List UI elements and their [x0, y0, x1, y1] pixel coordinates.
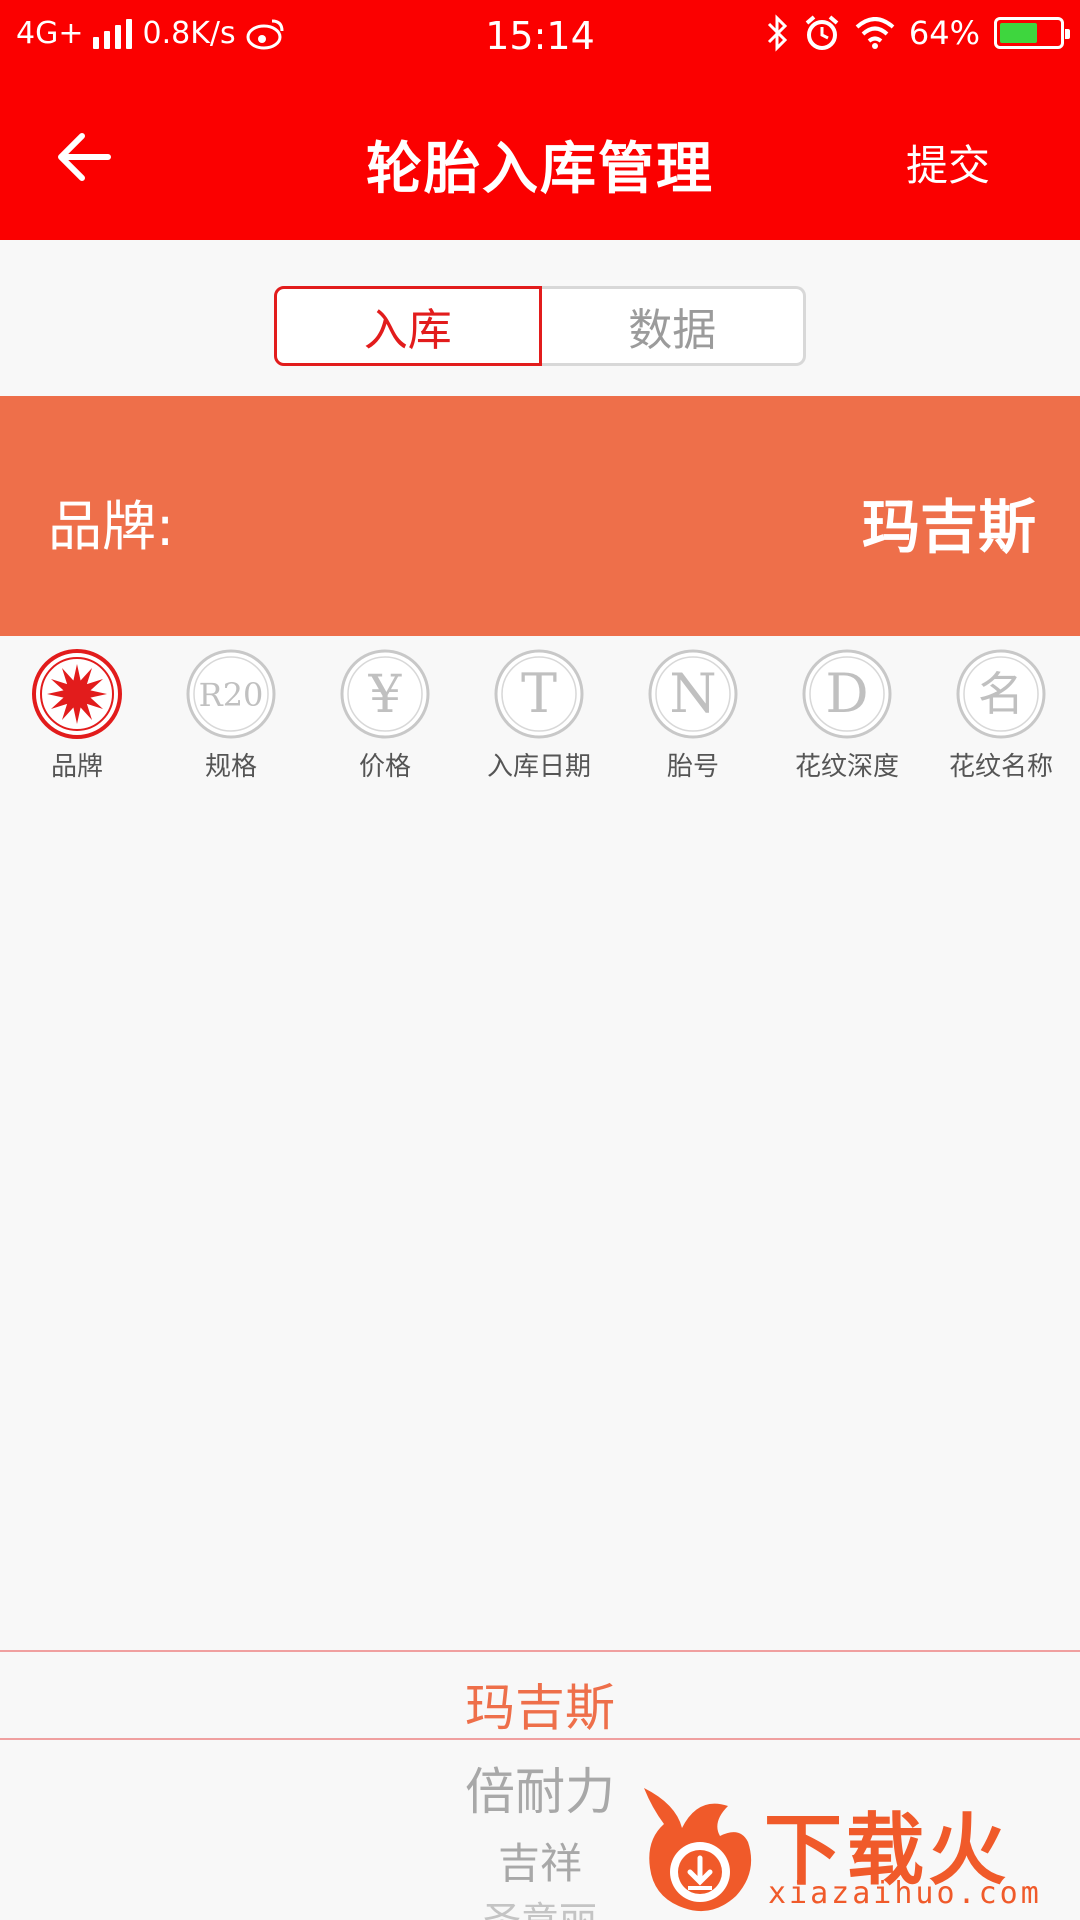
star-burst-icon: [32, 649, 122, 739]
submit-button[interactable]: 提交: [906, 132, 990, 193]
field-label-tread-depth: 花纹深度: [794, 752, 899, 782]
field-tread-name[interactable]: 名 花纹名称: [924, 648, 1078, 783]
svg-text:¥: ¥: [367, 665, 402, 725]
brand-panel: 品牌: 玛吉斯: [0, 396, 1080, 636]
field-label-tire-number: 胎号: [666, 752, 719, 782]
field-brand[interactable]: 品牌: [0, 648, 154, 783]
field-spec[interactable]: R20 规格: [154, 648, 308, 783]
field-label-spec: 规格: [204, 752, 257, 782]
depth-d-icon: D: [802, 649, 892, 739]
tab-data[interactable]: 数据: [541, 286, 806, 366]
wifi-icon: [855, 17, 895, 49]
field-label-brand: 品牌: [50, 752, 103, 782]
bluetooth-icon: [767, 14, 787, 52]
flame-logo-icon: [644, 1788, 752, 1912]
spec-r20-icon: R20: [186, 649, 276, 739]
picker-bottom-line: [0, 1738, 1080, 1740]
field-label-price: 价格: [358, 752, 411, 782]
battery-fill: [1000, 23, 1037, 43]
field-tread-depth[interactable]: D 花纹深度: [770, 648, 924, 783]
battery-percent: 64%: [908, 14, 980, 52]
field-tire-number[interactable]: N 胎号: [616, 648, 770, 783]
brand-label: 品牌:: [48, 495, 175, 558]
field-selector: 品牌 R20 规格 ¥ 价格 T 入库日期 N 胎号 D 花纹深度 名 花纹名称: [0, 648, 1080, 788]
tab-switcher: 入库 数据: [274, 286, 806, 366]
svg-text:R20: R20: [199, 676, 264, 714]
svg-text:D: D: [825, 662, 868, 725]
tab-stock-in[interactable]: 入库: [274, 286, 542, 366]
field-price[interactable]: ¥ 价格: [308, 648, 462, 783]
app-header: 轮胎入库管理 提交: [0, 76, 1080, 240]
battery-icon: [994, 17, 1070, 49]
field-label-tread-name: 花纹名称: [948, 752, 1053, 782]
status-bar: 4G+ 0.8K/s 15:14 64%: [0, 0, 1080, 76]
name-icon: 名: [956, 649, 1046, 739]
picker-top-line: [0, 1650, 1080, 1652]
svg-text:N: N: [669, 662, 716, 725]
watermark-logo: 下载火 xiazaihuo.com: [636, 1776, 1080, 1920]
watermark-url: xiazaihuo.com: [768, 1876, 1042, 1911]
alarm-icon: [805, 15, 839, 50]
svg-text:T: T: [521, 662, 557, 725]
field-label-stock-date: 入库日期: [486, 752, 591, 782]
date-t-icon: T: [494, 649, 584, 739]
field-stock-date[interactable]: T 入库日期: [462, 648, 616, 783]
picker-selected-item[interactable]: 玛吉斯: [0, 1668, 1080, 1740]
yuan-icon: ¥: [340, 649, 430, 739]
number-n-icon: N: [648, 649, 738, 739]
brand-value: 玛吉斯: [861, 493, 1036, 561]
svg-text:名: 名: [978, 667, 1024, 721]
status-right: 64%: [765, 14, 1070, 52]
